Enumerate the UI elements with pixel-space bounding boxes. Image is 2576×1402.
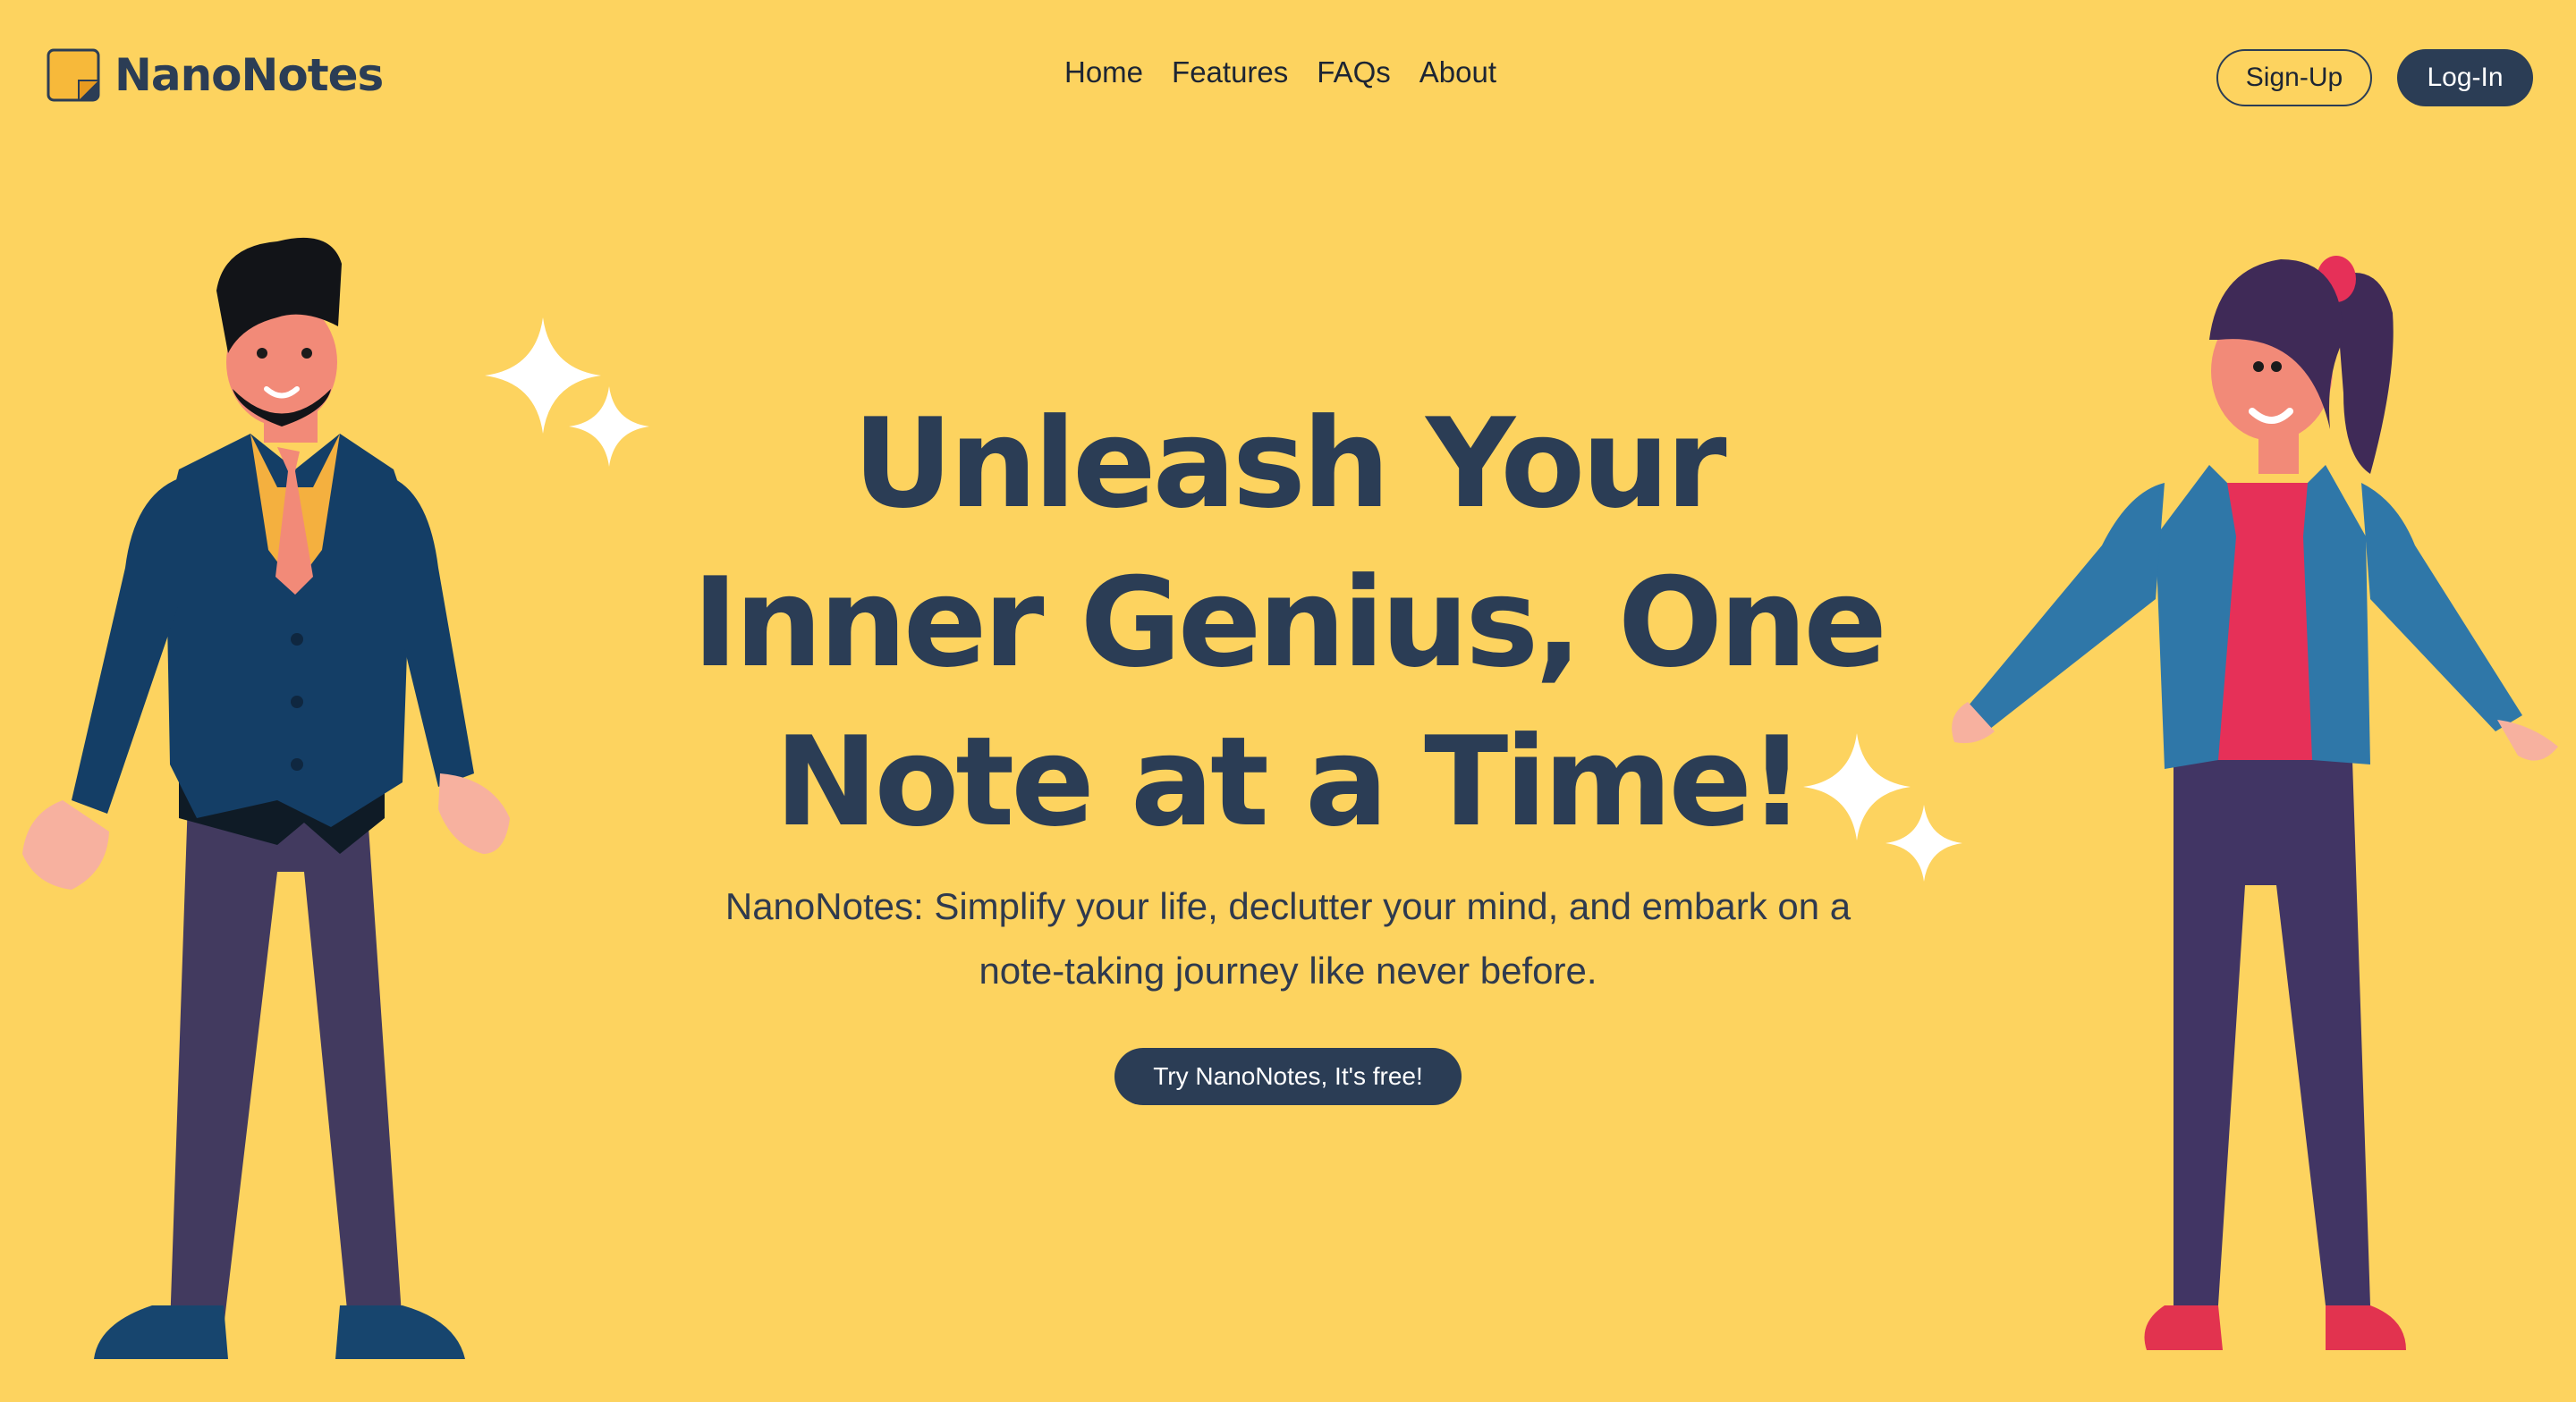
woman-in-jacket-illustration	[1952, 256, 2558, 1350]
nav-features[interactable]: Features	[1172, 55, 1288, 89]
brand-name: NanoNotes	[114, 49, 384, 101]
hero-title-line: Inner Genius, One	[692, 551, 1887, 695]
hero-subtitle: NanoNotes: Simplify your life, declutter…	[680, 874, 1896, 1003]
login-button[interactable]: Log-In	[2397, 49, 2533, 106]
try-nanonotes-button[interactable]: Try NanoNotes, It's free!	[1114, 1048, 1462, 1105]
signup-button[interactable]: Sign-Up	[2216, 49, 2372, 106]
hero-title: Unleash Your Inner Genius, One Note at a…	[662, 384, 1914, 862]
nav-faqs[interactable]: FAQs	[1317, 55, 1391, 89]
sparkle-icon	[569, 386, 649, 467]
brand-logo[interactable]: NanoNotes	[47, 48, 384, 102]
man-in-suit-illustration	[22, 237, 510, 1359]
hero-title-line: Note at a Time!	[775, 710, 1805, 854]
hero-title-line: Unleash Your	[852, 392, 1726, 536]
sticky-note-icon	[47, 48, 100, 102]
site-header: NanoNotes Home Features FAQs About Sign-…	[0, 0, 2576, 152]
hero-subtitle-line: NanoNotes: Simplify your life, declutter…	[724, 885, 1852, 927]
main-nav: Home Features FAQs About	[1064, 55, 1496, 89]
nav-about[interactable]: About	[1419, 55, 1496, 89]
nav-home[interactable]: Home	[1064, 55, 1143, 89]
hero-subtitle-line: note-taking journey like never before.	[979, 950, 1597, 992]
landing-page: NanoNotes Home Features FAQs About Sign-…	[0, 0, 2576, 1402]
